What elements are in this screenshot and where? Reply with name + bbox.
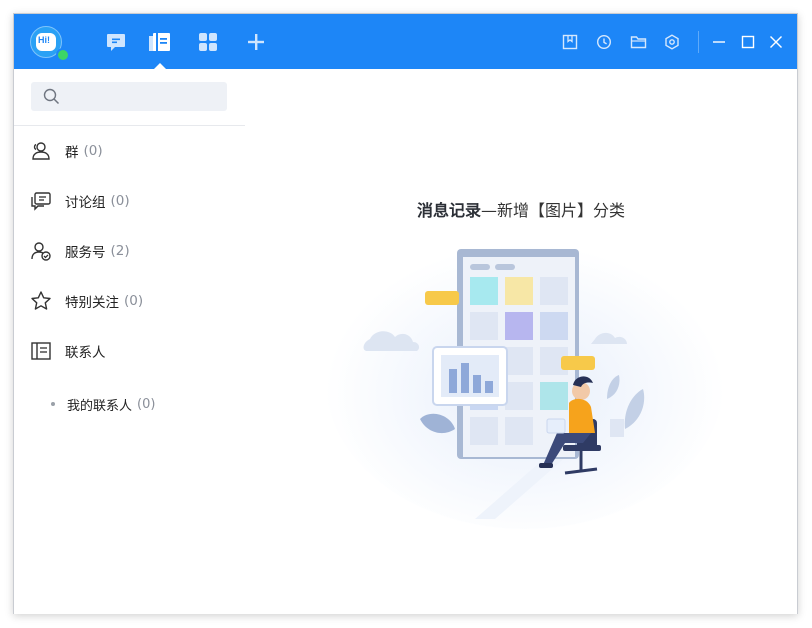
avatar-face-icon: Hi! (36, 33, 56, 51)
star-icon (30, 290, 52, 312)
sidebar-item-label: 群 (65, 145, 79, 161)
chat-bubble-icon (107, 34, 125, 51)
search-icon (43, 88, 60, 105)
contacts-book-icon (149, 33, 170, 51)
online-status-icon (56, 48, 70, 62)
close-button[interactable] (767, 33, 785, 51)
sidebar-item-groups[interactable]: 群 (0) (14, 131, 245, 171)
nav-contacts-button[interactable] (148, 30, 172, 54)
discussion-icon (30, 190, 52, 212)
service-account-icon (30, 240, 52, 262)
subitem-label: 我的联系人 (67, 398, 133, 414)
headline-rest: —新增【图片】分类 (481, 201, 626, 220)
nav-messages-button[interactable] (104, 30, 128, 54)
bookmark-icon (562, 34, 578, 50)
history-button[interactable] (595, 33, 613, 51)
history-icon (596, 34, 612, 50)
maximize-icon (741, 35, 755, 49)
avatar-text: Hi! (38, 35, 50, 45)
sidebar-item-label: 讨论组 (65, 195, 106, 211)
titlebar-divider (698, 31, 699, 53)
sidebar-item-label: 特别关注 (65, 295, 119, 311)
sidebar: 群 (0) 讨论组 (0) 服务号 (2) 特别关注 (0) 联系人 我的联系人… (14, 69, 246, 614)
feature-headline: 消息记录—新增【图片】分类 (245, 197, 797, 221)
app-window: Hi! 群 (0) 讨论组 (0) 服务号 (2) 特别关注 (0) 联系人 我… (13, 13, 798, 614)
contacts-card-icon (30, 340, 52, 362)
empty-state-illustration (325, 229, 725, 529)
title-bar: Hi! (14, 14, 797, 69)
plus-icon (248, 34, 264, 50)
sidebar-item-count: (0) (83, 143, 103, 159)
folder-icon (630, 36, 646, 49)
sidebar-item-service-accounts[interactable]: 服务号 (2) (14, 231, 245, 271)
subitem-count: (0) (137, 396, 156, 412)
minimize-button[interactable] (710, 33, 728, 51)
group-icon (30, 140, 52, 162)
nav-apps-button[interactable] (196, 30, 220, 54)
headline-bold: 消息记录 (416, 201, 481, 220)
search-box[interactable] (31, 82, 227, 111)
nav-add-button[interactable] (244, 30, 268, 54)
minimize-icon (713, 41, 725, 43)
bullet-dot (51, 402, 55, 406)
sidebar-item-label: 服务号 (65, 245, 106, 261)
sidebar-item-count: (2) (110, 243, 130, 259)
sidebar-item-label: 联系人 (65, 345, 106, 361)
sidebar-subitem-my-contacts[interactable]: 我的联系人 (0) (14, 384, 245, 424)
sidebar-item-discussions[interactable]: 讨论组 (0) (14, 181, 245, 221)
search-input[interactable] (66, 88, 220, 105)
settings-button[interactable] (663, 33, 681, 51)
sidebar-item-count: (0) (124, 293, 144, 309)
sidebar-item-contacts[interactable]: 联系人 (14, 331, 245, 371)
close-icon (770, 36, 782, 48)
sidebar-divider (14, 125, 245, 126)
grid-icon (199, 33, 217, 51)
hexagon-settings-icon (665, 34, 679, 50)
sidebar-item-count: (0) (110, 193, 130, 209)
files-button[interactable] (629, 33, 647, 51)
notes-button[interactable] (561, 33, 579, 51)
maximize-button[interactable] (739, 33, 757, 51)
content-area: 消息记录—新增【图片】分类 (245, 69, 797, 614)
sidebar-item-special-follow[interactable]: 特别关注 (0) (14, 281, 245, 321)
